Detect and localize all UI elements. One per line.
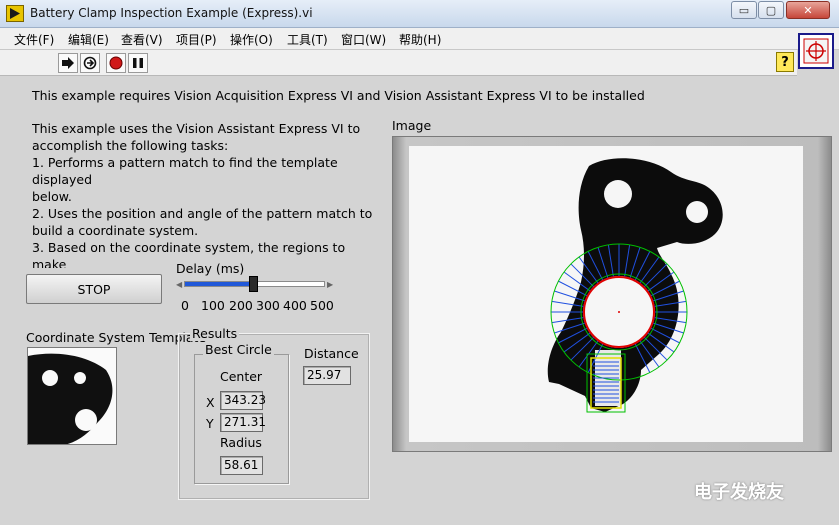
image-label: Image (392, 118, 432, 133)
description-line: build a coordinate system. (32, 223, 199, 238)
close-button[interactable]: ✕ (786, 1, 830, 19)
minimize-button[interactable]: ▭ (731, 1, 757, 19)
pause-button[interactable] (128, 53, 148, 73)
menu-window[interactable]: 窗口(W) (341, 31, 386, 48)
maximize-button[interactable]: ▢ (758, 1, 784, 19)
description-line: This example uses the Vision Assistant E… (32, 121, 361, 136)
radius-label: Radius (220, 435, 262, 450)
slider-right-arrow-icon[interactable]: ▶ (327, 280, 333, 289)
menu-bar: 文件(F) 编辑(E) 查看(V) 项目(P) 操作(O) 工具(T) 窗口(W… (0, 28, 839, 50)
description-line: below. (32, 189, 72, 204)
image-display[interactable] (409, 146, 803, 442)
run-continuously-icon (83, 56, 97, 70)
watermark-logo: 电子发烧友 (694, 482, 784, 503)
pause-icon (133, 58, 143, 68)
run-arrow-icon (62, 57, 74, 69)
center-x-indicator: 343.23 (220, 391, 266, 410)
vi-connector-icon (798, 33, 834, 69)
menu-tools[interactable]: 工具(T) (287, 31, 328, 48)
tick-label: 300 (256, 298, 280, 313)
labview-vi-icon (6, 5, 24, 22)
description-line: 2. Uses the position and angle of the pa… (32, 206, 373, 221)
results-label: Results (190, 326, 240, 341)
radius-indicator: 58.61 (220, 456, 263, 475)
context-help-button[interactable]: ? (776, 52, 794, 72)
template-part-shape (28, 348, 116, 444)
toolbar (0, 50, 797, 76)
description-line: accomplish the following tasks: (32, 138, 229, 153)
abort-button[interactable] (106, 53, 126, 73)
run-button[interactable] (58, 53, 78, 73)
circle-center-mark (618, 311, 620, 313)
requirement-text: This example requires Vision Acquisition… (32, 88, 645, 103)
center-label: Center (220, 369, 263, 384)
delay-slider-fill (185, 282, 253, 286)
delay-label: Delay (ms) (176, 261, 245, 276)
crosshair-icon (803, 38, 829, 64)
inspection-image (547, 158, 723, 413)
window-title: Battery Clamp Inspection Example (Expres… (30, 6, 313, 20)
menu-operate[interactable]: 操作(O) (230, 31, 273, 48)
slider-left-arrow-icon[interactable]: ◀ (176, 280, 182, 289)
y-label: Y (206, 416, 214, 431)
clamp-hole-right (686, 201, 708, 223)
abort-icon (109, 56, 123, 70)
clamp-hole-upper (604, 180, 632, 208)
x-label: X (206, 395, 215, 410)
best-circle-label: Best Circle (203, 342, 274, 357)
menu-project[interactable]: 项目(P) (176, 31, 217, 48)
distance-indicator: 25.97 (303, 366, 351, 385)
description-line: 1. Performs a pattern match to find the … (32, 155, 342, 187)
menu-file[interactable]: 文件(F) (14, 31, 54, 48)
menu-edit[interactable]: 编辑(E) (68, 31, 109, 48)
run-continuously-button[interactable] (80, 53, 100, 73)
tick-label: 200 (229, 298, 253, 313)
menu-view[interactable]: 查看(V) (121, 31, 163, 48)
template-image (27, 347, 117, 445)
tick-label: 100 (201, 298, 225, 313)
delay-slider-thumb[interactable] (249, 276, 258, 292)
menu-help[interactable]: 帮助(H) (399, 31, 441, 48)
distance-label: Distance (304, 346, 359, 361)
stop-button[interactable]: STOP (26, 274, 162, 304)
tick-label: 500 (310, 298, 334, 313)
tick-label: 0 (181, 298, 189, 313)
title-bar: Battery Clamp Inspection Example (Expres… (0, 0, 839, 28)
center-y-indicator: 271.31 (220, 413, 266, 432)
tick-label: 400 (283, 298, 307, 313)
description-text: This example uses the Vision Assistant E… (32, 120, 377, 268)
